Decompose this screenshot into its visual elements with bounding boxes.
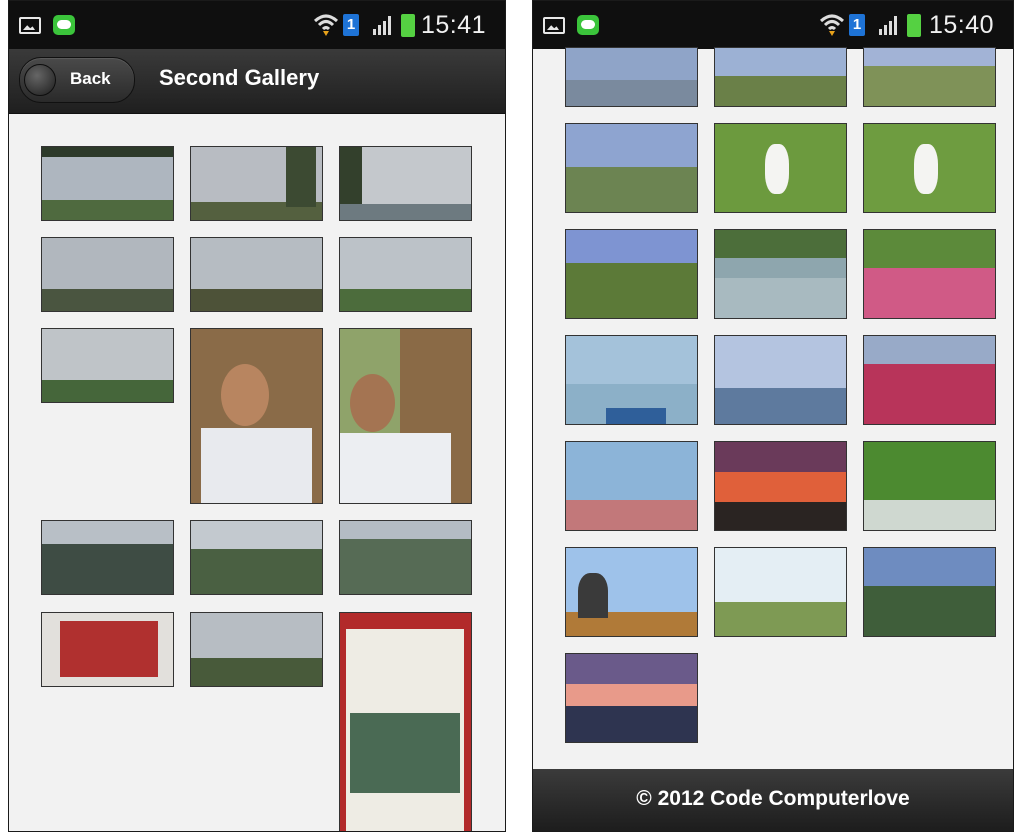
gallery-thumbnail[interactable] xyxy=(41,612,174,687)
gallery-thumbnail[interactable] xyxy=(565,653,698,743)
gallery-thumbnail[interactable] xyxy=(41,237,174,312)
gallery-thumbnail[interactable] xyxy=(190,520,323,595)
gallery-thumbnail[interactable] xyxy=(565,229,698,319)
line-app-icon xyxy=(577,15,599,35)
signal-icon xyxy=(373,16,391,35)
header-bar: Back Second Gallery xyxy=(9,49,505,114)
gallery-thumbnail[interactable] xyxy=(41,146,174,221)
gallery-thumbnail[interactable] xyxy=(190,146,323,221)
sim-badge: 1 xyxy=(849,14,865,36)
gallery-thumbnail[interactable] xyxy=(339,612,472,831)
status-bar: 1 15:41 xyxy=(9,1,505,49)
gallery-thumbnail[interactable] xyxy=(190,237,323,312)
footer-copyright: © 2012 Code Computerlove xyxy=(636,787,910,810)
gallery-thumbnail[interactable] xyxy=(863,441,996,531)
gallery-thumbnail[interactable] xyxy=(714,441,847,531)
gallery-icon xyxy=(543,17,565,34)
gallery-thumbnail[interactable] xyxy=(565,441,698,531)
gallery-thumbnail[interactable] xyxy=(863,335,996,425)
footer-bar: © 2012 Code Computerlove xyxy=(533,769,1013,831)
gallery-thumbnail[interactable] xyxy=(565,47,698,107)
gallery-thumbnail[interactable] xyxy=(41,520,174,595)
gallery-thumbnail[interactable] xyxy=(714,47,847,107)
back-button[interactable]: Back xyxy=(19,57,135,103)
gallery-thumbnail[interactable] xyxy=(565,335,698,425)
gallery-thumbnail[interactable] xyxy=(339,520,472,595)
page-title: Second Gallery xyxy=(159,65,320,90)
sim-badge: 1 xyxy=(343,14,359,36)
gallery-screen-right: 1 15:40 © 2012 Code Computerlove xyxy=(532,0,1014,832)
gallery-thumbnail[interactable] xyxy=(714,123,847,213)
status-time: 15:41 xyxy=(421,11,487,39)
signal-icon xyxy=(879,16,897,35)
gallery-thumbnail[interactable] xyxy=(863,547,996,637)
line-app-icon xyxy=(53,15,75,35)
gallery-icon xyxy=(19,17,41,34)
gallery-grid xyxy=(9,114,505,831)
gallery-thumbnail[interactable] xyxy=(339,237,472,312)
back-label: Back xyxy=(70,69,111,88)
gallery-thumbnail[interactable] xyxy=(339,328,472,504)
gallery-thumbnail[interactable] xyxy=(863,47,996,107)
gallery-thumbnail[interactable] xyxy=(565,547,698,637)
wifi-icon xyxy=(313,14,339,36)
gallery-thumbnail[interactable] xyxy=(41,328,174,403)
wifi-icon xyxy=(819,14,845,36)
gallery-thumbnail[interactable] xyxy=(190,328,323,504)
gallery-screen-left: 1 15:41 Back Second Gallery xyxy=(8,0,506,832)
status-time: 15:40 xyxy=(929,11,995,39)
gallery-thumbnail[interactable] xyxy=(714,335,847,425)
gallery-thumbnail[interactable] xyxy=(863,229,996,319)
back-icon xyxy=(24,64,56,96)
gallery-thumbnail[interactable] xyxy=(714,547,847,637)
gallery-thumbnail[interactable] xyxy=(714,229,847,319)
gallery-grid xyxy=(533,47,1013,769)
gallery-thumbnail[interactable] xyxy=(339,146,472,221)
battery-icon xyxy=(401,14,415,37)
battery-icon xyxy=(907,14,921,37)
gallery-thumbnail[interactable] xyxy=(190,612,323,687)
gallery-thumbnail[interactable] xyxy=(565,123,698,213)
status-bar: 1 15:40 xyxy=(533,1,1013,49)
gallery-thumbnail[interactable] xyxy=(863,123,996,213)
